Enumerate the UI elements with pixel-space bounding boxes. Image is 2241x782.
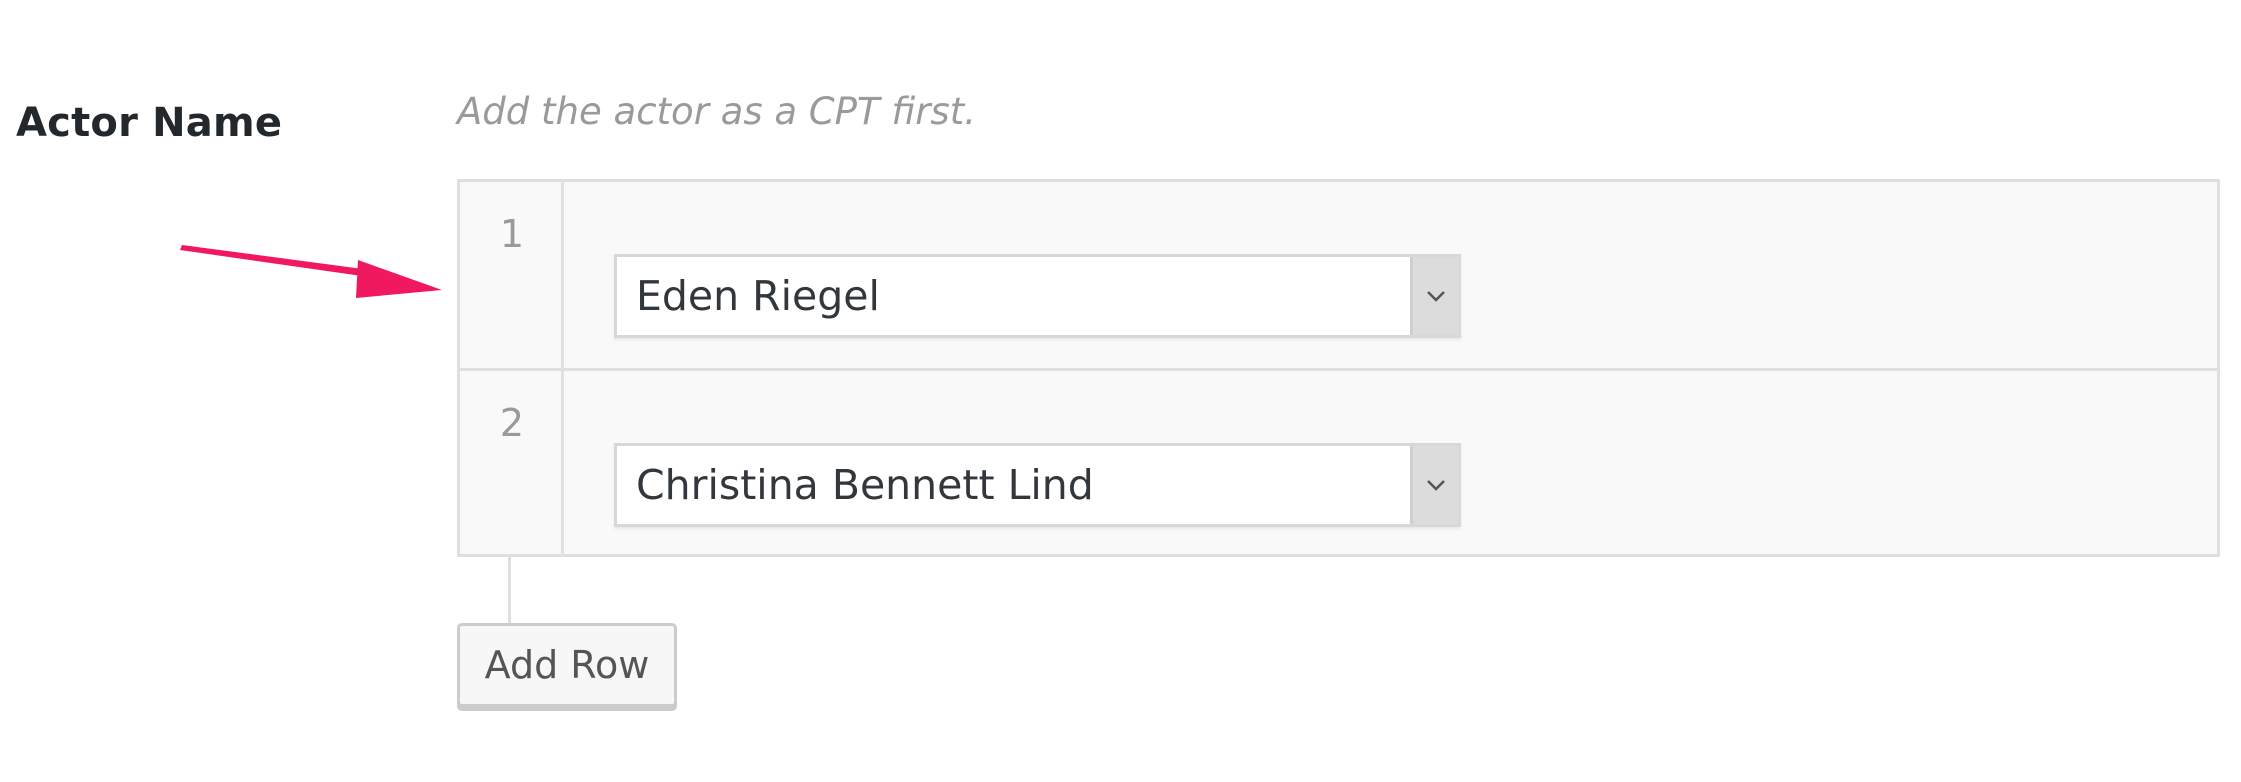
row-order-handle[interactable]: 2 (460, 371, 564, 557)
repeater-table: 1 Eden Riegel 2 Christina Bennett Lind (457, 179, 2220, 557)
actor-select-value: Christina Bennett Lind (636, 461, 1094, 509)
select-toggle[interactable] (1410, 257, 1458, 335)
table-row: 2 Christina Bennett Lind (460, 371, 2217, 557)
actor-select-value: Eden Riegel (636, 272, 880, 320)
field-label: Actor Name (16, 100, 283, 146)
row-order-handle[interactable]: 1 (460, 182, 564, 368)
page: Actor Name Add the actor as a CPT first.… (0, 0, 2241, 782)
connector-line (508, 557, 511, 623)
chevron-down-icon (1427, 480, 1445, 491)
table-row: 1 Eden Riegel (460, 182, 2217, 368)
row-number: 2 (499, 401, 525, 445)
actor-select[interactable]: Christina Bennett Lind (614, 443, 1461, 527)
select-toggle[interactable] (1410, 446, 1458, 524)
chevron-down-icon (1427, 291, 1445, 302)
row-number: 1 (499, 212, 525, 256)
actor-select[interactable]: Eden Riegel (614, 254, 1461, 338)
field-description: Add the actor as a CPT first. (457, 90, 976, 133)
add-row-button[interactable]: Add Row (457, 623, 677, 707)
arrow-right-icon (180, 245, 442, 298)
